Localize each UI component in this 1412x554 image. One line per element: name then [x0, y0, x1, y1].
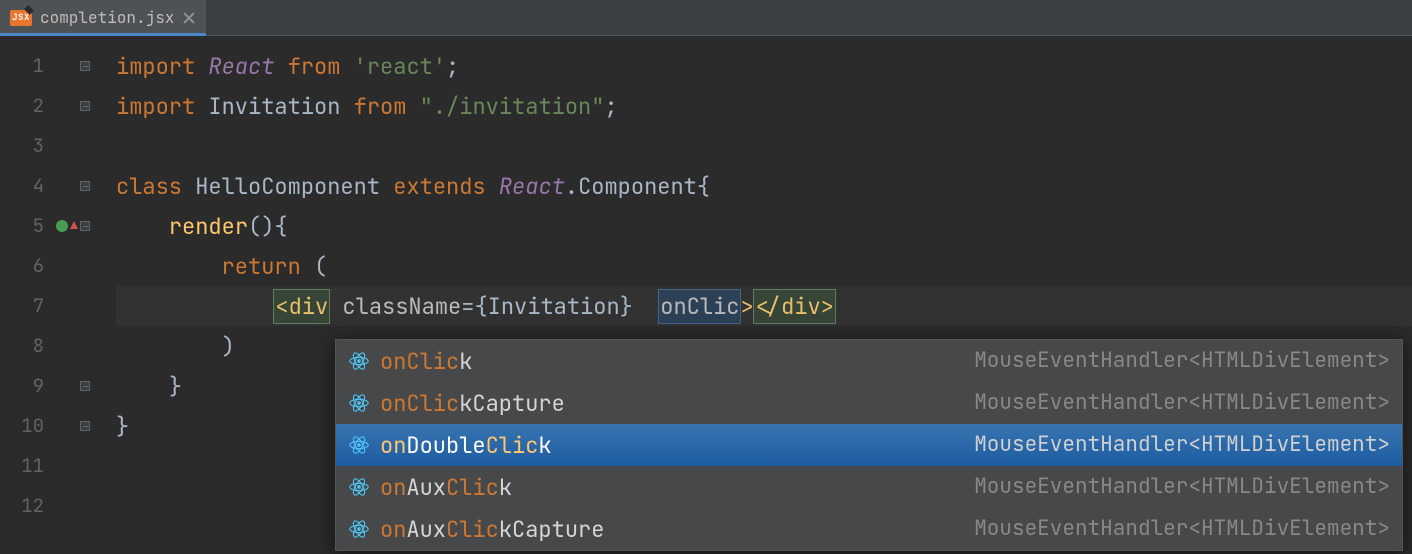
code-line[interactable]: import Invitation from "./invitation";	[116, 86, 1412, 126]
fold-close-icon[interactable]	[80, 421, 90, 431]
react-icon	[348, 392, 370, 414]
code-line[interactable]: class HelloComponent extends React.Compo…	[116, 166, 1412, 206]
jsx-file-icon: JSX	[10, 10, 32, 26]
code-line[interactable]: import React from 'react';	[116, 46, 1412, 86]
line-number[interactable]: 7	[0, 286, 98, 326]
line-number[interactable]: 4	[0, 166, 98, 206]
line-number[interactable]: 9	[0, 366, 98, 406]
completion-type: MouseEventHandler<HTMLDivElement>	[974, 387, 1390, 419]
completion-item[interactable]: onClickCapture MouseEventHandler<HTMLDivE…	[336, 382, 1402, 424]
typed-attribute: onClic	[659, 290, 740, 323]
completion-item[interactable]: onAuxClickCapture MouseEventHandler<HTMLD…	[336, 508, 1402, 550]
gutter: 1 2 3 4 5 6 7 8 9 10 11 12	[0, 36, 98, 554]
matched-tag-open: <div	[274, 290, 329, 323]
completion-item[interactable]: onClick MouseEventHandler<HTMLDivElement>	[336, 340, 1402, 382]
close-icon[interactable]	[182, 11, 196, 25]
gutter-marker-icon[interactable]	[56, 220, 68, 232]
line-number[interactable]: 12	[0, 486, 98, 526]
tab-filename: completion.jsx	[40, 6, 174, 30]
completion-type: MouseEventHandler<HTMLDivElement>	[974, 513, 1390, 545]
fold-close-icon[interactable]	[80, 381, 90, 391]
completion-popup[interactable]: onClick MouseEventHandler<HTMLDivElement>…	[335, 339, 1403, 551]
completion-type: MouseEventHandler<HTMLDivElement>	[974, 429, 1390, 461]
completion-label: onClickCapture	[380, 387, 565, 420]
completion-type: MouseEventHandler<HTMLDivElement>	[974, 345, 1390, 377]
code-line[interactable]	[116, 126, 1412, 166]
completion-item[interactable]: onAuxClick MouseEventHandler<HTMLDivEleme…	[336, 466, 1402, 508]
code-line[interactable]: render(){	[116, 206, 1412, 246]
editor-tab[interactable]: JSX completion.jsx	[0, 0, 206, 35]
react-icon	[348, 518, 370, 540]
completion-label: onAuxClick	[380, 471, 512, 504]
react-icon	[348, 350, 370, 372]
line-number[interactable]: 3	[0, 126, 98, 166]
line-number[interactable]: 1	[0, 46, 98, 86]
fold-open-icon[interactable]	[80, 181, 90, 191]
fold-open-icon[interactable]	[80, 101, 90, 111]
code-line-active[interactable]: <div className={Invitation} onClic></div…	[116, 286, 1412, 326]
matched-tag-close: </div>	[754, 290, 835, 323]
line-number[interactable]: 5	[0, 206, 98, 246]
react-icon	[348, 476, 370, 498]
completion-label: onClick	[380, 345, 472, 378]
line-number[interactable]: 10	[0, 406, 98, 446]
completion-type: MouseEventHandler<HTMLDivElement>	[974, 471, 1390, 503]
line-number[interactable]: 2	[0, 86, 98, 126]
tab-bar: JSX completion.jsx	[0, 0, 1412, 36]
line-number[interactable]: 11	[0, 446, 98, 486]
react-icon	[348, 434, 370, 456]
completion-label: onAuxClickCapture	[380, 513, 604, 546]
line-number[interactable]: 8	[0, 326, 98, 366]
completion-item[interactable]: onDoubleClick MouseEventHandler<HTMLDivEl…	[336, 424, 1402, 466]
code-line[interactable]: return (	[116, 246, 1412, 286]
fold-open-icon[interactable]	[80, 61, 90, 71]
completion-label: onDoubleClick	[380, 429, 552, 462]
line-number[interactable]: 6	[0, 246, 98, 286]
fold-open-icon[interactable]	[80, 221, 90, 231]
